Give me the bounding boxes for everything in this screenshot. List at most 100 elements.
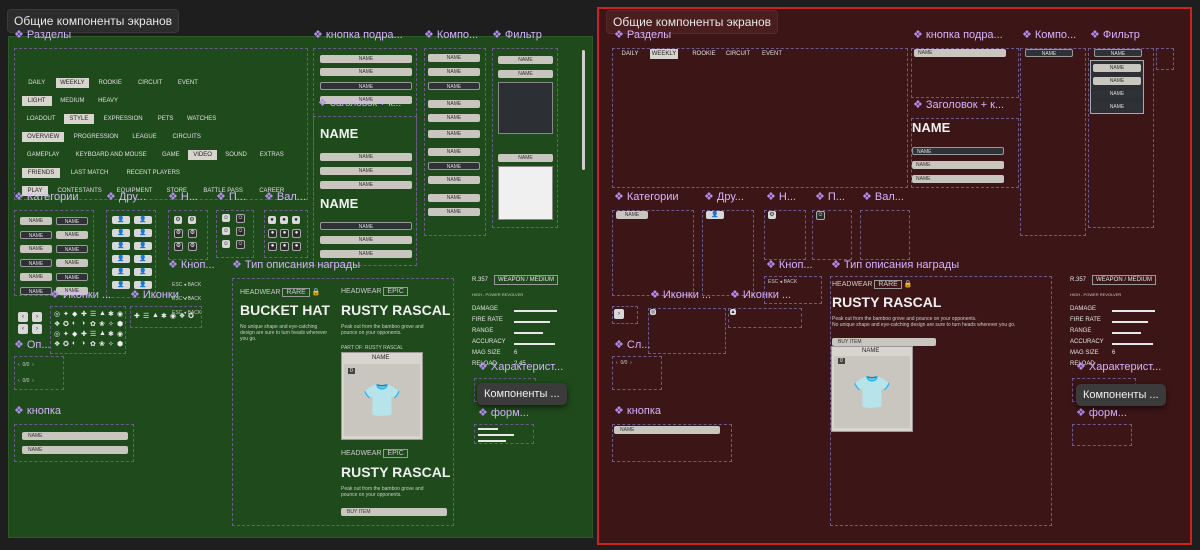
friend-icon[interactable]: 👤 [134,255,152,263]
tab-sound[interactable]: SOUND [221,150,251,160]
komp-dropdown[interactable]: NAME [428,208,480,216]
category-pill[interactable]: NAME [56,231,88,239]
section-sl[interactable]: ❖ Сл... [614,338,650,351]
section-ikonki-1[interactable]: ❖ Иконки ... [50,288,111,301]
friend-icon[interactable]: 👤 [134,268,152,276]
section-zagolovok[interactable]: ❖ Заголовок + к... [913,98,1017,111]
category-pill[interactable]: NAME [616,211,648,219]
tab-progression[interactable]: PROGRESSION [68,132,123,142]
arrow-icon[interactable]: ‹ [18,324,28,334]
section-ikonki-1[interactable]: ❖ Иконки ... [650,288,711,301]
filtr-dropdown[interactable]: NAME [498,56,553,64]
section-filtr[interactable]: ❖ Фильтр [492,28,542,41]
section-zagolovok[interactable]: ❖ Заголовок + к... [318,98,414,109]
friend-icon[interactable]: 👤 [134,242,152,250]
filtr-option[interactable]: NAME [1093,90,1141,98]
komp-dropdown[interactable]: NAME [428,82,480,90]
komp-dropdown[interactable]: NAME [428,148,480,156]
tab-video[interactable]: VIDEO [187,150,218,160]
friend-icon[interactable]: 👤 [112,216,130,224]
section-ikonki-2[interactable]: ❖ Иконки ... [130,288,191,301]
section-val[interactable]: ❖ Вал... [264,190,306,203]
friend-icon[interactable]: 👤 [134,229,152,237]
next-icon[interactable]: › [614,309,624,319]
name-pill[interactable]: NAME [320,236,412,244]
section-razdely[interactable]: ❖ Разделы [14,28,71,41]
section-n[interactable]: ❖ Н... [766,190,796,203]
name-pill[interactable]: NAME [320,82,412,90]
komp-dropdown[interactable]: NAME [1025,49,1073,57]
filtr-dropdown[interactable]: NAME [498,154,553,162]
komp-dropdown[interactable]: NAME [428,194,480,202]
buy-button[interactable]: BUY ITEM [341,508,447,516]
avatar-icon[interactable]: ☺ [222,214,230,222]
komp-dropdown[interactable]: NAME [428,68,480,76]
section-n[interactable]: ❖ Н... [168,190,198,203]
tab-style[interactable]: STYLE [64,114,94,124]
tab-daily[interactable]: DAILY [616,49,644,59]
friend-icon[interactable]: 👤 [112,229,130,237]
currency-icon[interactable]: ● [292,229,301,238]
filtr-dropdown-light[interactable] [498,166,553,220]
section-tip[interactable]: ❖ Тип описания награды [831,258,959,271]
category-pill[interactable]: NAME [56,259,88,267]
category-pill[interactable]: NAME [20,259,52,267]
komp-dropdown[interactable]: NAME [428,130,480,138]
gear-icon[interactable]: ⚙ [188,216,196,224]
name-pill[interactable]: NAME [320,153,412,161]
tab-rookie[interactable]: ROOKIE [93,78,127,88]
tab-weekly[interactable]: WEEKLY [650,49,678,59]
section-op[interactable]: ❖ Оп... [14,338,51,351]
tab-circuit[interactable]: CIRCUIT [724,49,752,59]
friend-icon[interactable]: 👤 [112,281,130,289]
gear-icon[interactable]: ⚙ [188,229,197,238]
currency-icon[interactable]: ● [280,242,289,251]
filtr-option[interactable]: NAME [1093,77,1141,85]
category-pill[interactable]: NAME [56,273,88,281]
category-pill[interactable]: NAME [20,231,52,239]
section-filtr[interactable]: ❖ Фильтр [1090,28,1140,41]
section-komp[interactable]: ❖ Компо... [424,28,494,41]
avatar-icon[interactable]: ☺ [236,214,245,223]
category-pill[interactable]: NAME [20,287,52,295]
category-pill[interactable]: NAME [56,217,88,225]
name-pill[interactable]: NAME [912,175,1004,183]
currency-icon[interactable]: ● [280,229,289,238]
currency-icon[interactable]: ● [280,216,288,224]
name-pill[interactable]: NAME [320,222,412,230]
friend-icon[interactable]: 👤 [112,242,130,250]
section-form[interactable]: ❖ форм... [478,406,529,419]
tab-keyboard-and-mouse[interactable]: KEYBOARD AND MOUSE [68,150,153,160]
tab-event[interactable]: EVENT [173,78,203,88]
pagination[interactable]: ‹ 0/0 › [18,362,34,368]
komp-dropdown[interactable]: NAME [428,114,480,122]
tab-loadout[interactable]: LOADOUT [22,114,60,124]
name-pill[interactable]: NAME [320,250,412,258]
avatar-icon[interactable]: ☺ [236,240,245,249]
section-tip[interactable]: ❖ Тип описания награды [232,258,360,271]
category-pill[interactable]: NAME [20,245,52,253]
tab-game[interactable]: GAME [158,150,184,160]
category-pill[interactable]: NAME [56,245,88,253]
filtr-option[interactable]: NAME [1093,64,1141,72]
filtr-option[interactable]: NAME [1093,103,1141,111]
name-pill[interactable]: NAME [912,161,1004,169]
friend-icon[interactable]: 👤 [706,211,724,219]
section-kategorii[interactable]: ❖ Категории [14,190,79,203]
section-val[interactable]: ❖ Вал... [862,190,904,203]
name-pill[interactable]: NAME [912,147,1004,155]
gear-icon[interactable]: ⚙ [768,211,776,219]
name-button[interactable]: NAME [614,426,720,434]
tab-recent-players[interactable]: RECENT PLAYERS [119,168,187,178]
pagination[interactable]: ‹ 0/0 › [18,378,34,384]
section-ikonki-2[interactable]: ❖ Иконки ... [730,288,791,301]
arrow-icon[interactable]: ‹ [18,312,28,322]
section-form[interactable]: ❖ форм... [1076,406,1127,419]
section-dru[interactable]: ❖ Дру... [704,190,744,203]
komp-dropdown[interactable]: NAME [428,100,480,108]
komp-dropdown[interactable]: NAME [428,54,480,62]
filtr-dropdown[interactable]: NAME [1094,49,1142,57]
tab-watches[interactable]: WATCHES [183,114,221,124]
section-knopka-podr[interactable]: ❖ кнопка подра... [913,28,1021,41]
avatar-icon[interactable]: ☺ [222,227,230,235]
